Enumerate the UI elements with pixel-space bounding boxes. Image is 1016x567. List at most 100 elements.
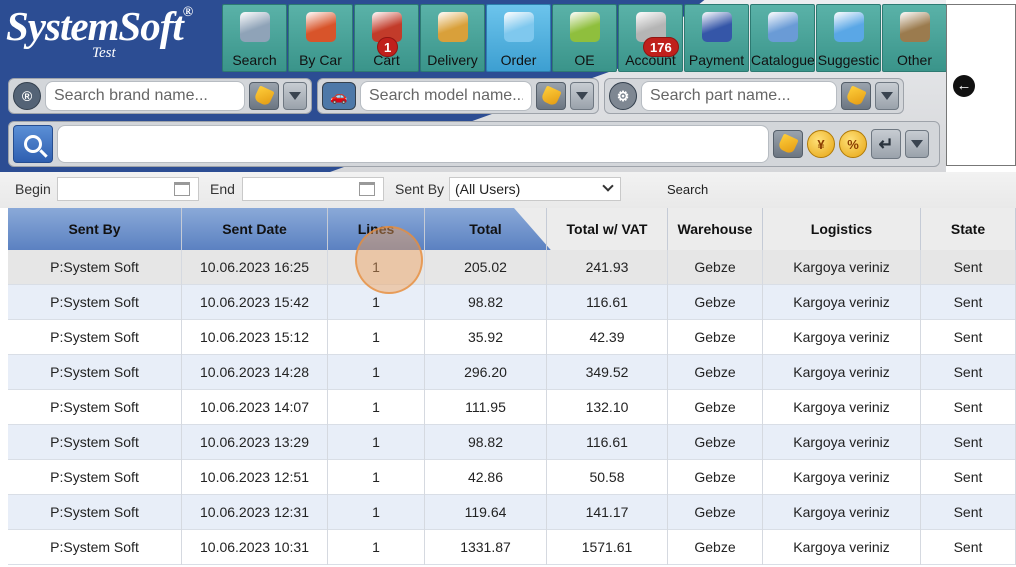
table-cell: 141.17 [547,495,668,530]
toolbar-suggestic-button[interactable]: Suggestic [816,4,881,72]
broom-icon [845,85,867,107]
table-row[interactable]: P:System Soft 10.06.2023 12:31 1 119.64 141.… [8,495,1016,530]
column-header-sent-by[interactable]: Sent By [8,208,182,250]
toolbar-label: Other [896,52,932,68]
brand-search-input[interactable] [45,81,245,111]
table-cell: 116.61 [547,285,668,320]
toolbar-oe-button[interactable]: OE [552,4,617,72]
table-row[interactable]: P:System Soft 10.06.2023 14:07 1 111.95 132.… [8,390,1016,425]
table-body: P:System Soft 10.06.2023 16:25 1 205.02 241.… [8,250,1016,565]
table-cell: Sent [921,320,1016,355]
table-row[interactable]: P:System Soft 10.06.2023 15:12 1 35.92 42.39… [8,320,1016,355]
table-cell: Kargoya veriniz [763,285,921,320]
table-cell: 1 [328,495,425,530]
table-cell: 10.06.2023 12:31 [182,495,328,530]
model-search-group: 🚗 [317,78,599,114]
logo-subtitle: Test [92,45,116,61]
column-header-logistics[interactable]: Logistics [763,208,921,250]
table-row[interactable]: P:System Soft 10.06.2023 15:42 1 98.82 116.6… [8,285,1016,320]
begin-date-input[interactable] [57,177,199,201]
back-arrow-icon[interactable]: ← [953,75,975,97]
global-search-button[interactable] [13,125,53,163]
table-cell: 241.93 [547,250,668,285]
table-cell: Gebze [668,355,763,390]
chevron-down-icon [881,92,893,100]
search-row: ® 🚗 ⚙ [8,78,904,114]
table-row[interactable]: P:System Soft 10.06.2023 16:25 1 205.02 241.… [8,250,1016,285]
car-icon: 🚗 [322,82,356,110]
table-cell: Sent [921,250,1016,285]
column-header-total[interactable]: Total [425,208,547,250]
table-cell: Sent [921,495,1016,530]
model-dropdown-button[interactable] [570,82,594,110]
table-cell: 10.06.2023 10:31 [182,530,328,565]
table-cell: 50.58 [547,460,668,495]
model-search-input[interactable] [360,81,532,111]
table-cell: P:System Soft [8,285,182,320]
table-cell: Sent [921,355,1016,390]
toolbar-label: Delivery [427,52,478,68]
part-search-group: ⚙ [604,78,904,114]
calendar-icon[interactable] [174,182,190,196]
table-cell: 1571.61 [547,530,668,565]
part-search-input[interactable] [641,81,837,111]
sent-by-label: Sent By [395,181,445,197]
table-cell: Gebze [668,495,763,530]
global-dropdown-button[interactable] [905,130,929,158]
toolbar-cart-button[interactable]: 1 Cart [354,4,419,72]
table-cell: 1331.87 [425,530,547,565]
part-dropdown-button[interactable] [875,82,899,110]
brand-dropdown-button[interactable] [283,82,307,110]
table-cell: 205.02 [425,250,547,285]
table-row[interactable]: P:System Soft 10.06.2023 13:29 1 98.82 116.6… [8,425,1016,460]
table-cell: 35.92 [425,320,547,355]
part-clear-button[interactable] [841,82,871,110]
table-cell: 1 [328,355,425,390]
toolbar-label: Suggestic [817,52,880,68]
filter-search-button[interactable]: Search [667,182,708,197]
toolbar-order-button[interactable]: Order [486,4,551,72]
model-clear-button[interactable] [536,82,566,110]
table-cell: Sent [921,285,1016,320]
chat-bubble-icon [834,12,864,42]
toolbar-by-car-button[interactable]: By Car [288,4,353,72]
toolbar-account-button[interactable]: 176 Account [618,4,683,72]
brand-search-group: ® [8,78,312,114]
column-header-warehouse[interactable]: Warehouse [668,208,763,250]
currency-yen-icon[interactable]: ¥ [807,130,835,158]
table-cell: Kargoya veriniz [763,320,921,355]
column-header-total-w-vat[interactable]: Total w/ VAT [547,208,668,250]
end-date-input[interactable] [242,177,384,201]
toolbar-payment-button[interactable]: Payment [684,4,749,72]
discount-icon[interactable]: % [839,130,867,158]
table-row[interactable]: P:System Soft 10.06.2023 10:31 1 1331.87 157… [8,530,1016,565]
table-cell: Gebze [668,250,763,285]
table-row[interactable]: P:System Soft 10.06.2023 12:51 1 42.86 50.58… [8,460,1016,495]
main-toolbar: Search By Car 1 Cart Delivery Order OE 176 Accou… [222,4,946,72]
column-header-sent-date[interactable]: Sent Date [182,208,328,250]
table-cell: 1 [328,250,425,285]
table-cell: 1 [328,285,425,320]
column-header-lines[interactable]: Lines [328,208,425,250]
enter-button[interactable]: ↵ [871,129,901,159]
toolbar-label: Order [500,52,537,68]
global-clear-button[interactable] [773,130,803,158]
search-icon [24,135,42,153]
brand-clear-button[interactable] [249,82,279,110]
table-cell: 10.06.2023 16:25 [182,250,328,285]
table-row[interactable]: P:System Soft 10.06.2023 14:28 1 296.20 349.… [8,355,1016,390]
table-cell: 42.39 [547,320,668,355]
calendar-icon[interactable] [359,182,375,196]
table-cell: 10.06.2023 14:28 [182,355,328,390]
toolbar-label: Account [625,52,676,68]
toolbar-delivery-button[interactable]: Delivery [420,4,485,72]
toolbar-label: Cart [373,52,400,68]
column-header-state[interactable]: State [921,208,1016,250]
table-cell: 116.61 [547,425,668,460]
global-search-input[interactable] [57,125,769,163]
toolbar-catalogue-button[interactable]: Catalogue [750,4,815,72]
sent-by-select[interactable]: (All Users) [449,177,621,201]
chevron-down-icon [602,180,614,192]
toolbar-search-button[interactable]: Search [222,4,287,72]
toolbar-other-button[interactable]: Other [882,4,946,72]
